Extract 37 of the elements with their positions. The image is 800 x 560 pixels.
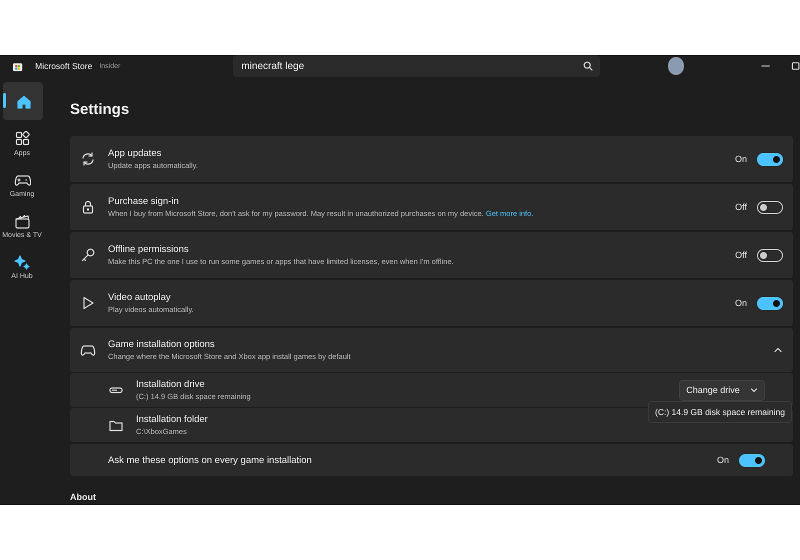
key-icon [80,247,96,263]
avatar[interactable] [668,57,684,75]
toggle-state-label: Off [735,250,747,260]
setting-title: App updates [108,148,162,159]
apps-icon [14,130,30,148]
change-drive-button[interactable]: Change drive [679,380,765,400]
tooltip: (C:) 14.9 GB disk space remaining [648,401,792,423]
toggle-state-label: On [734,154,747,164]
toggle-switch[interactable] [757,296,783,310]
setting-title: Video autoplay [108,292,172,303]
setting-title: Offline permissions [108,244,190,255]
nav-item[interactable] [3,82,43,120]
setting-title: Game installation options [108,339,216,350]
toggle-switch[interactable] [739,454,765,466]
setting-title: Purchase sign-in [108,196,180,207]
toggle-switch[interactable] [757,200,783,214]
toggle-state-label: Off [735,202,747,212]
search-field[interactable]: minecraft lege [233,55,600,77]
section-title: About [70,492,96,503]
chevron-icon[interactable] [773,345,783,355]
search-icon[interactable] [582,61,593,71]
setting-title: Installation drive [136,379,206,390]
toggle-switch[interactable] [757,152,783,166]
page-title: Settings [70,101,130,118]
sparkle-icon [14,254,30,270]
clapperboard-icon [14,212,30,230]
maximize-icon[interactable] [790,61,800,71]
app-name: Microsoft Store [35,61,92,71]
toggle-state-label: On [716,455,729,465]
toggle-state-label: On [734,298,747,308]
chevron-down-icon [750,386,758,394]
toggle-switch[interactable] [757,248,783,262]
store-logo-icon [12,60,24,72]
setting-title: Installation folder [136,414,209,425]
setting-title: Ask me these options on every game installation [108,454,313,466]
padlock-icon [80,199,96,215]
refresh-icon [80,151,96,167]
